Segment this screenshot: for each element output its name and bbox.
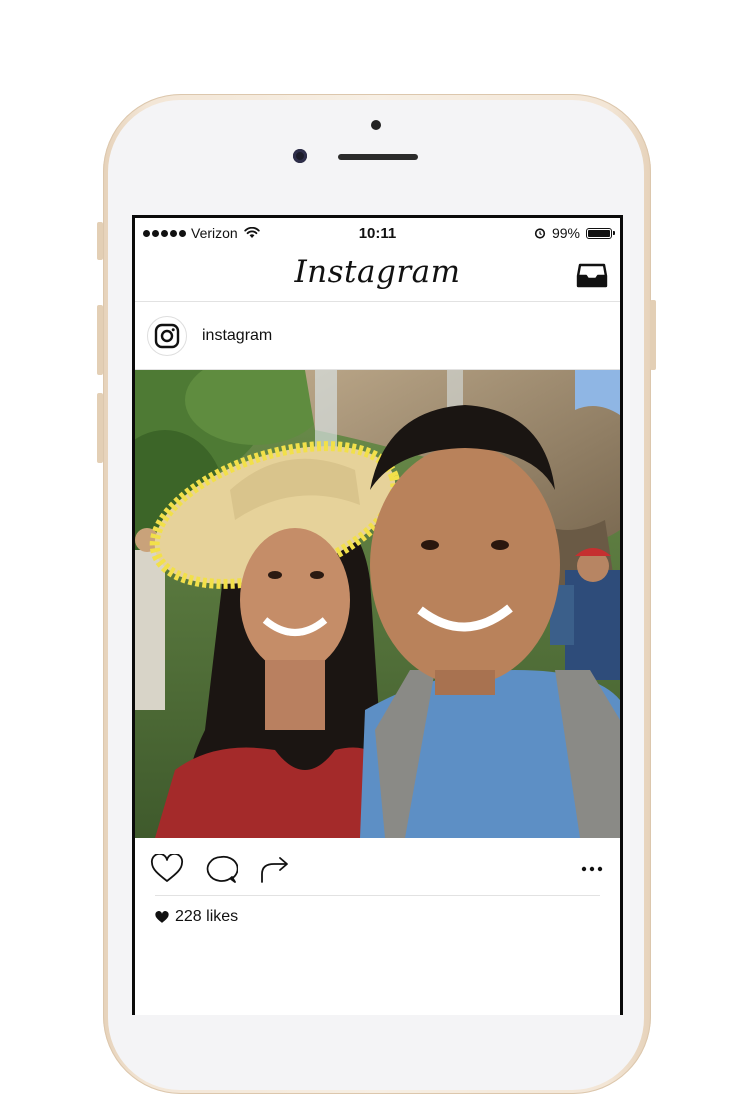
more-dots-icon[interactable] [575,854,609,884]
comment-bubble-icon[interactable] [204,854,238,884]
battery-icon [586,227,615,239]
action-bar [135,838,620,898]
likes-count: 228 likes [175,908,239,925]
selfie-photo-illustration [135,370,620,838]
mute-switch [97,222,103,260]
action-divider [155,895,600,896]
instagram-logo-icon [154,323,180,348]
earpiece-speaker [338,154,418,160]
status-bar: Verizon 10:11 99% [135,218,620,248]
volume-down-button [97,393,103,463]
post-username[interactable]: instagram [202,327,272,345]
avatar[interactable] [147,315,187,356]
power-button [650,300,656,370]
proximity-sensor [371,120,381,130]
post-photo[interactable] [135,370,620,838]
likes-row[interactable]: 228 likes [155,908,238,926]
heart-filled-icon [155,910,169,923]
status-time: 10:11 [358,224,397,242]
post-header: instagram [135,302,620,370]
share-arrow-icon[interactable] [258,854,292,884]
nav-bar: Instagram [135,248,620,302]
like-heart-icon[interactable] [150,854,184,884]
volume-up-button [97,305,103,375]
front-camera [293,149,307,163]
instagram-wordmark: Instagram [294,254,461,290]
phone-screen: Verizon 10:11 99% Instagram instagram 22… [132,215,623,1015]
inbox-icon[interactable] [576,262,608,288]
